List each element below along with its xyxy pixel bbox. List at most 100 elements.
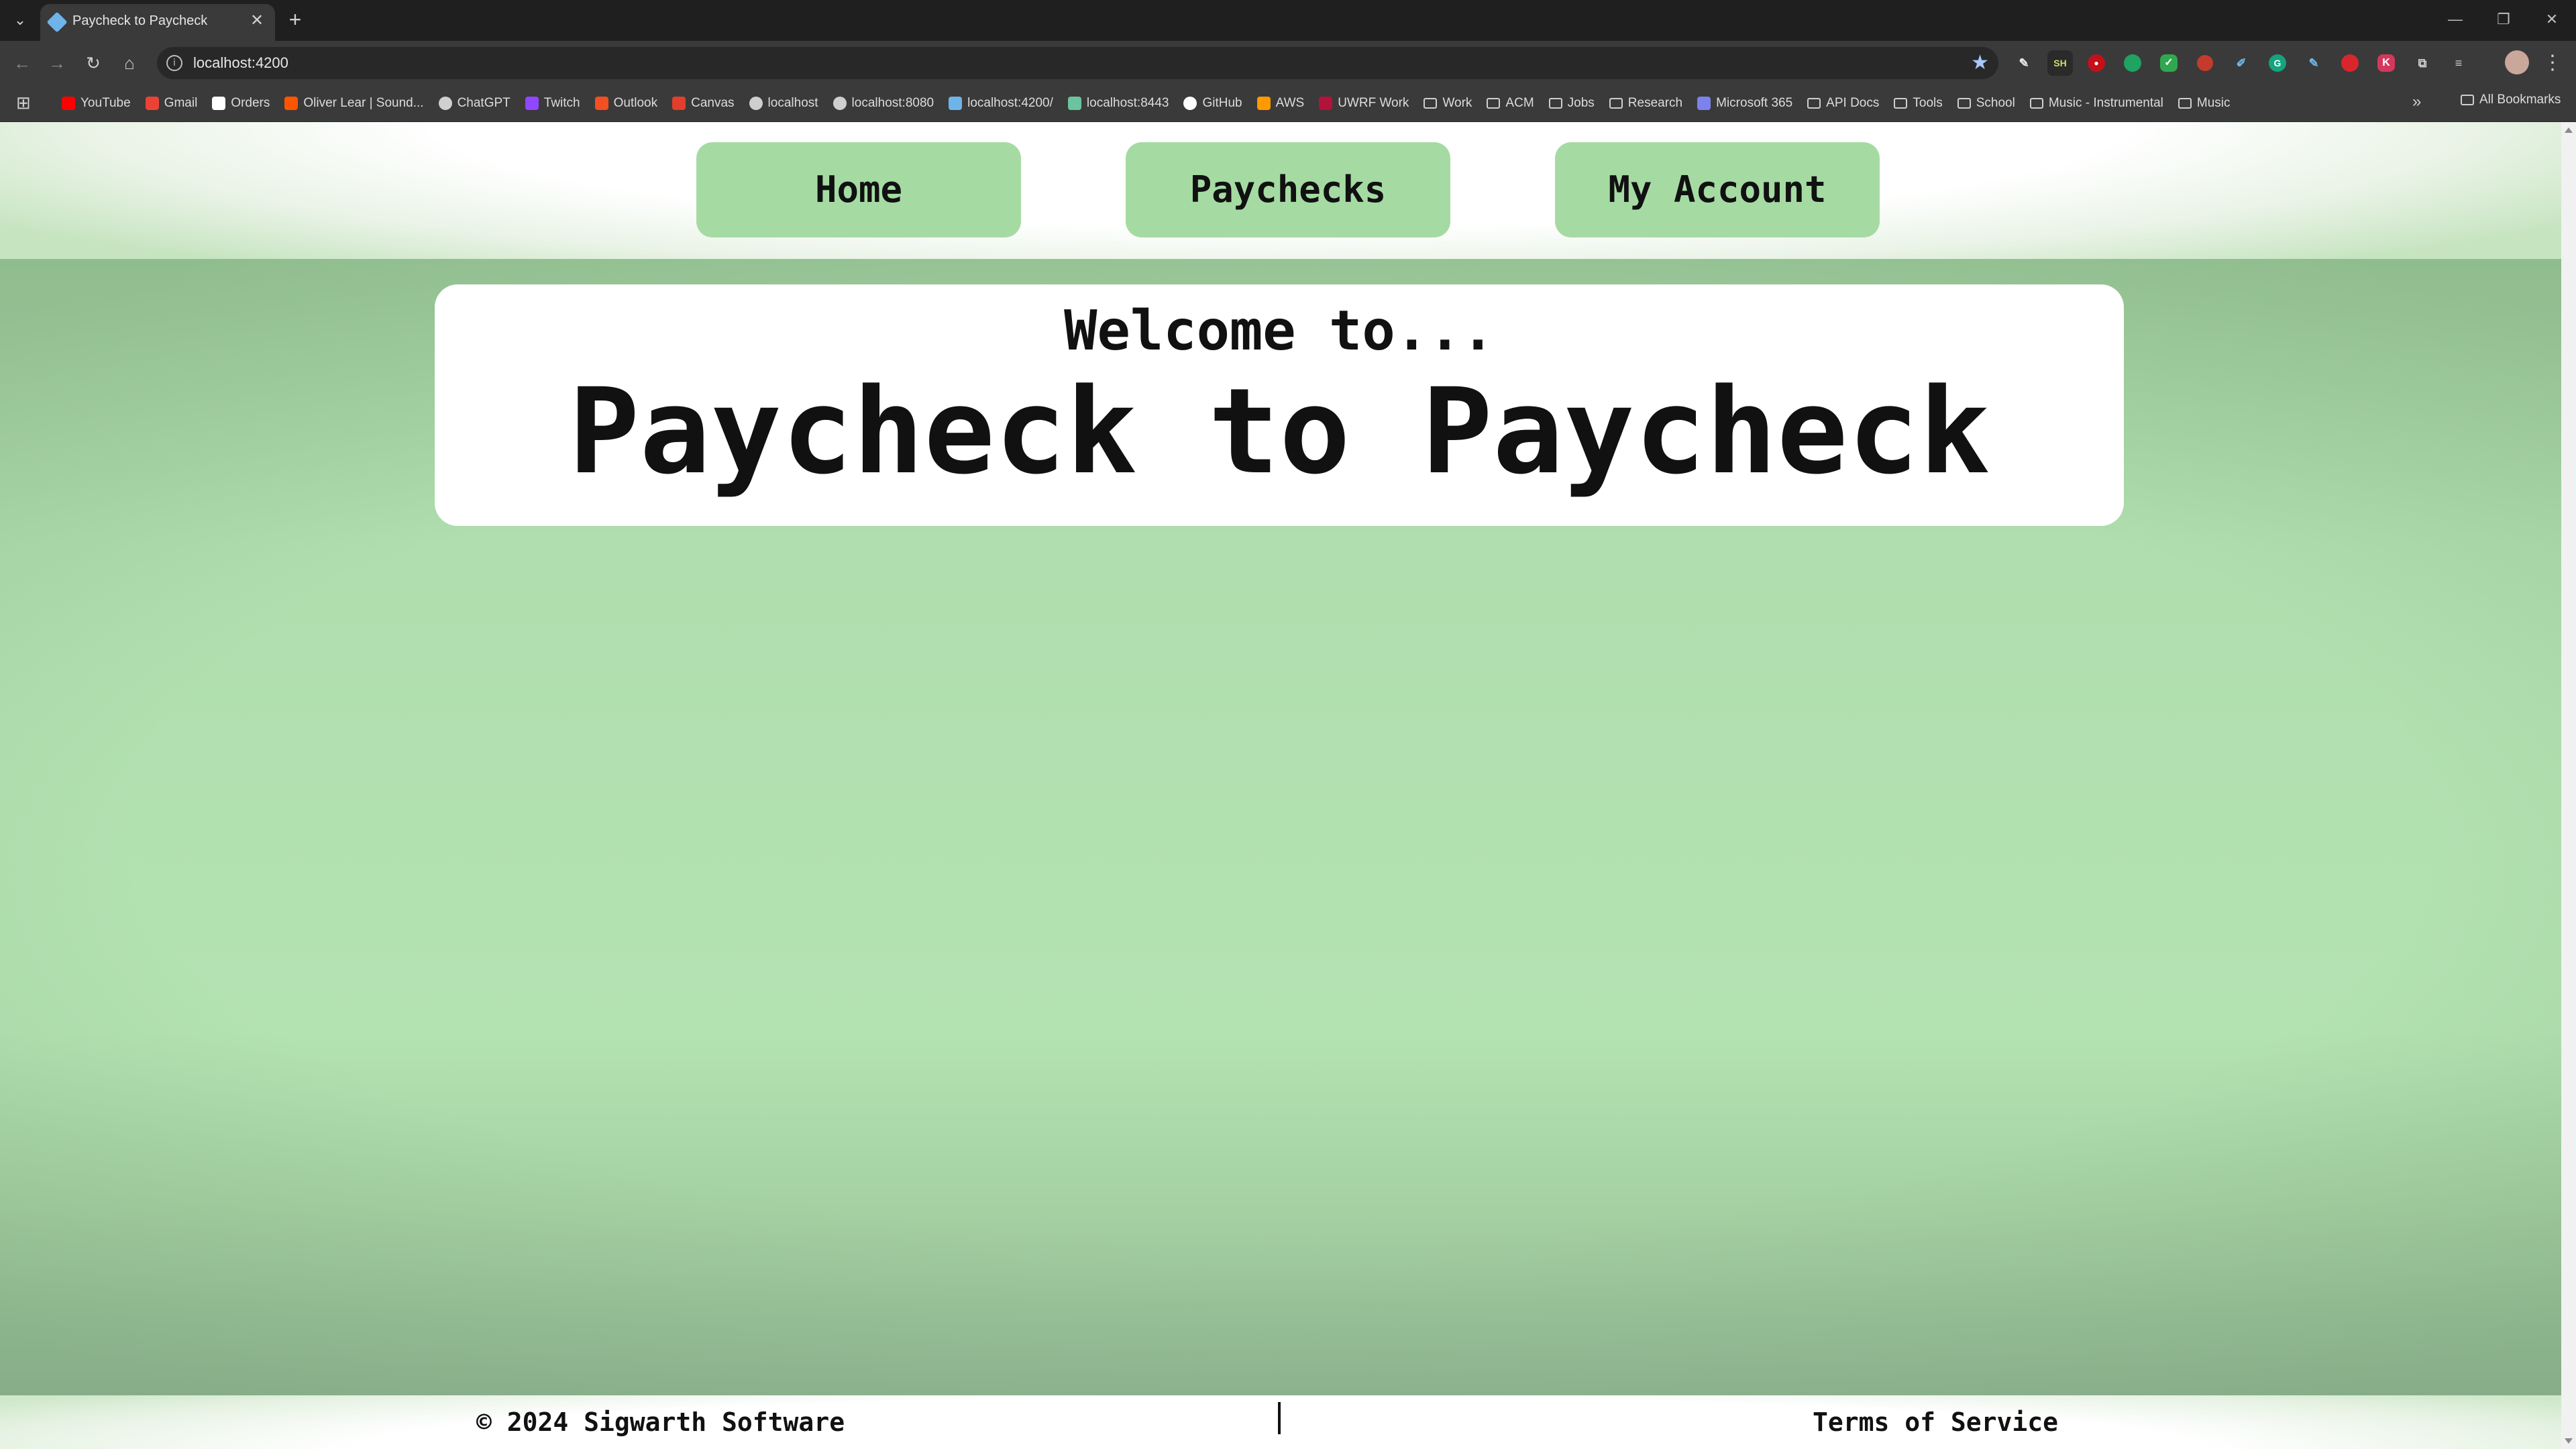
tab-search-icon[interactable]: ⌄ [8, 7, 32, 34]
bookmark-item[interactable]: Gmail [145, 93, 197, 114]
welcome-card: Welcome to... Paycheck to Paycheck [435, 284, 2124, 526]
my-account-nav-button[interactable]: My Account [1555, 142, 1880, 237]
k-extension-icon[interactable]: K [2377, 54, 2395, 72]
bookmark-label: Music - Instrumental [2048, 96, 2163, 110]
page-scrollbar[interactable] [2561, 122, 2576, 1449]
checkmark-extension-icon[interactable]: ✓ [2160, 54, 2178, 72]
site-nav-header: Home Paychecks My Account [0, 122, 2561, 259]
apps-grid-icon[interactable]: ⊞ [16, 93, 35, 112]
angular-icon [949, 97, 963, 110]
folder-icon [2461, 95, 2474, 105]
bookmark-item[interactable]: localhost:4200/ [949, 93, 1053, 114]
bookmark-label: Tools [1913, 96, 1943, 110]
bookmark-item[interactable]: ACM [1487, 93, 1534, 114]
red-extension-icon[interactable]: ● [2088, 54, 2105, 72]
bookmark-item[interactable]: API Docs [1807, 93, 1879, 114]
bookmark-item[interactable]: Jobs [1548, 93, 1595, 114]
back-icon[interactable]: ← [9, 50, 35, 76]
tab-title: Paycheck to Paycheck [72, 13, 208, 28]
forward-icon[interactable]: → [44, 50, 70, 76]
restore-icon[interactable]: ❐ [2479, 0, 2528, 41]
folder-icon [1487, 98, 1501, 109]
bookmark-label: Outlook [613, 96, 658, 110]
all-bookmarks-button[interactable]: All Bookmarks [2461, 93, 2561, 107]
bookmark-item[interactable]: Orders [212, 93, 270, 114]
bookmark-item[interactable]: School [1957, 93, 2015, 114]
extensions-puzzle-icon[interactable]: ⧉ [2410, 50, 2435, 76]
bookmark-label: UWRF Work [1338, 96, 1409, 110]
bookmark-item[interactable]: Music - Instrumental [2029, 93, 2163, 114]
window-controls: — ❐ ✕ [2431, 0, 2576, 41]
bookmarks-list: YouTube Gmail Orders Oliver Lear | Sound...… [62, 93, 2231, 114]
eyedropper-extension-icon[interactable]: ✎ [2011, 50, 2037, 76]
grammarly-extension-icon[interactable]: G [2269, 54, 2286, 72]
footer-divider [1278, 1402, 1281, 1434]
bookmark-item[interactable]: AWS [1256, 93, 1305, 114]
bookmark-item[interactable]: localhost:8443 [1067, 93, 1169, 114]
bookmark-item[interactable]: Tools [1894, 93, 1943, 114]
angular-favicon-icon [46, 11, 68, 33]
amazon-icon [212, 97, 226, 110]
bookmark-label: Oliver Lear | Sound... [303, 96, 424, 110]
bookmark-item[interactable]: Microsoft 365 [1697, 93, 1792, 114]
minimize-icon[interactable]: — [2431, 0, 2479, 41]
globe-icon [749, 97, 763, 110]
tab-close-icon[interactable]: ✕ [247, 11, 267, 31]
paychecks-nav-button[interactable]: Paychecks [1126, 142, 1450, 237]
microsoft365-icon [1697, 97, 1711, 110]
bookmark-item[interactable]: Oliver Lear | Sound... [284, 93, 424, 114]
address-bar[interactable]: i localhost:4200 ★ [157, 47, 1998, 79]
copyright-text: © 2024 Sigwarth Software [476, 1407, 845, 1437]
app-title: Paycheck to Paycheck [568, 363, 1990, 500]
url-text[interactable]: localhost:4200 [193, 54, 288, 72]
scroll-up-icon[interactable] [2565, 127, 2573, 133]
profile-avatar[interactable] [2505, 50, 2529, 74]
bookmark-item[interactable]: Research [1609, 93, 1682, 114]
bookmark-label: Canvas [691, 96, 735, 110]
close-window-icon[interactable]: ✕ [2528, 0, 2576, 41]
reading-list-icon[interactable]: ≡ [2446, 50, 2471, 76]
folder-icon [1548, 98, 1562, 109]
bookmark-item[interactable]: localhost [749, 93, 818, 114]
home-nav-button[interactable]: Home [696, 142, 1021, 237]
bookmark-star-icon[interactable]: ★ [1971, 51, 1989, 74]
bookmark-label: Work [1442, 96, 1472, 110]
red-circle-extension-icon[interactable] [2341, 54, 2359, 72]
sh-extension-icon[interactable]: SH [2047, 50, 2073, 76]
new-tab-icon[interactable]: + [283, 8, 307, 32]
github-icon [1183, 97, 1197, 110]
tomato-extension-icon[interactable] [2197, 55, 2213, 71]
bookmark-item[interactable]: Twitch [525, 93, 580, 114]
canvas-icon [672, 97, 686, 110]
bookmark-item[interactable]: UWRF Work [1319, 93, 1409, 114]
translate-extension-icon[interactable]: ✎ [2301, 50, 2326, 76]
green-circle-extension-icon[interactable] [2124, 54, 2141, 72]
bookmark-label: Microsoft 365 [1716, 96, 1793, 110]
bookmark-item[interactable]: Work [1424, 93, 1472, 114]
browser-toolbar: ← → ↻ ⌂ i localhost:4200 ★ ✎ SH ● ✓ ✐ G … [0, 41, 2576, 85]
terms-of-service-link[interactable]: Terms of Service [1813, 1407, 2058, 1437]
active-tab[interactable]: Paycheck to Paycheck ✕ [40, 4, 275, 41]
home-icon[interactable]: ⌂ [117, 50, 142, 76]
bookmark-item[interactable]: ChatGPT [438, 93, 511, 114]
scroll-down-icon[interactable] [2565, 1438, 2573, 1444]
bookmark-label: YouTube [80, 96, 131, 110]
browser-tabstrip: ⌄ Paycheck to Paycheck ✕ + — ❐ ✕ [0, 0, 2576, 41]
bookmark-item[interactable]: GitHub [1183, 93, 1242, 114]
bookmark-item[interactable]: YouTube [62, 93, 131, 114]
bookmark-item[interactable]: Outlook [594, 93, 658, 114]
more-bookmarks-icon[interactable]: » [2412, 93, 2421, 111]
folder-icon [1957, 98, 1971, 109]
browser-menu-icon[interactable]: ⋮ [2542, 50, 2563, 76]
pen-extension-icon[interactable]: ✐ [2229, 50, 2254, 76]
bookmark-label: localhost [767, 96, 818, 110]
bookmark-item[interactable]: localhost:8080 [833, 93, 934, 114]
shield-icon [1067, 97, 1081, 110]
reload-icon[interactable]: ↻ [80, 50, 106, 76]
bookmark-item[interactable]: Canvas [672, 93, 735, 114]
folder-icon [2178, 98, 2192, 109]
bookmark-item[interactable]: Music [2178, 93, 2231, 114]
site-info-icon[interactable]: i [166, 55, 182, 71]
bookmark-label: ChatGPT [457, 96, 511, 110]
bookmark-label: AWS [1275, 96, 1305, 110]
